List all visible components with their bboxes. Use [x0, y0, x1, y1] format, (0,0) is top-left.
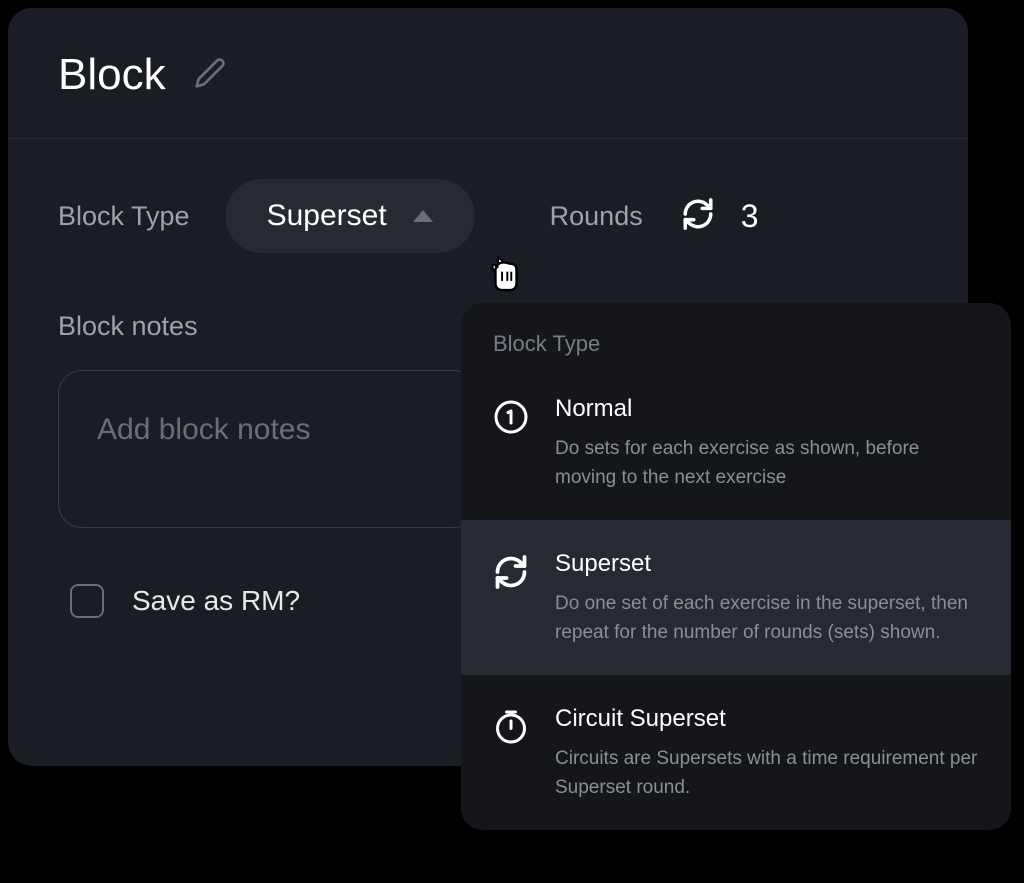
popup-item-content: Normal Do sets for each exercise as show…	[555, 395, 979, 492]
popup-item-desc: Do sets for each exercise as shown, befo…	[555, 435, 979, 492]
refresh-icon	[493, 554, 529, 590]
rounds-value-group[interactable]: 3	[681, 197, 759, 236]
popup-item-content: Circuit Superset Circuits are Supersets …	[555, 705, 979, 802]
edit-icon[interactable]	[194, 57, 226, 94]
block-type-popup: Block Type Normal Do sets for each exerc…	[461, 303, 1011, 830]
popup-item-normal[interactable]: Normal Do sets for each exercise as show…	[461, 365, 1011, 520]
rounds-value: 3	[741, 198, 759, 235]
save-rm-label: Save as RM?	[132, 585, 300, 617]
popup-item-title: Circuit Superset	[555, 705, 979, 733]
block-title: Block	[58, 50, 166, 100]
popup-item-circuit[interactable]: Circuit Superset Circuits are Supersets …	[461, 675, 1011, 830]
timer-icon	[493, 709, 529, 745]
block-type-selected: Superset	[267, 199, 387, 233]
rounds-group: Rounds 3	[550, 197, 759, 236]
block-type-dropdown[interactable]: Superset	[225, 179, 475, 253]
cursor-pointer-icon	[485, 252, 527, 294]
save-rm-checkbox[interactable]	[70, 584, 104, 618]
popup-title: Block Type	[461, 303, 1011, 365]
card-header: Block	[8, 8, 968, 139]
popup-item-content: Superset Do one set of each exercise in …	[555, 550, 979, 647]
refresh-icon	[681, 197, 715, 236]
notes-input[interactable]: Add block notes	[58, 370, 478, 528]
block-type-label: Block Type	[58, 201, 190, 232]
caret-up-icon	[413, 210, 433, 222]
one-circle-icon	[493, 399, 529, 435]
rounds-label: Rounds	[550, 201, 643, 232]
popup-item-superset[interactable]: Superset Do one set of each exercise in …	[461, 520, 1011, 675]
popup-item-title: Superset	[555, 550, 979, 578]
popup-item-title: Normal	[555, 395, 979, 423]
popup-item-desc: Circuits are Supersets with a time requi…	[555, 745, 979, 802]
popup-item-desc: Do one set of each exercise in the super…	[555, 590, 979, 647]
